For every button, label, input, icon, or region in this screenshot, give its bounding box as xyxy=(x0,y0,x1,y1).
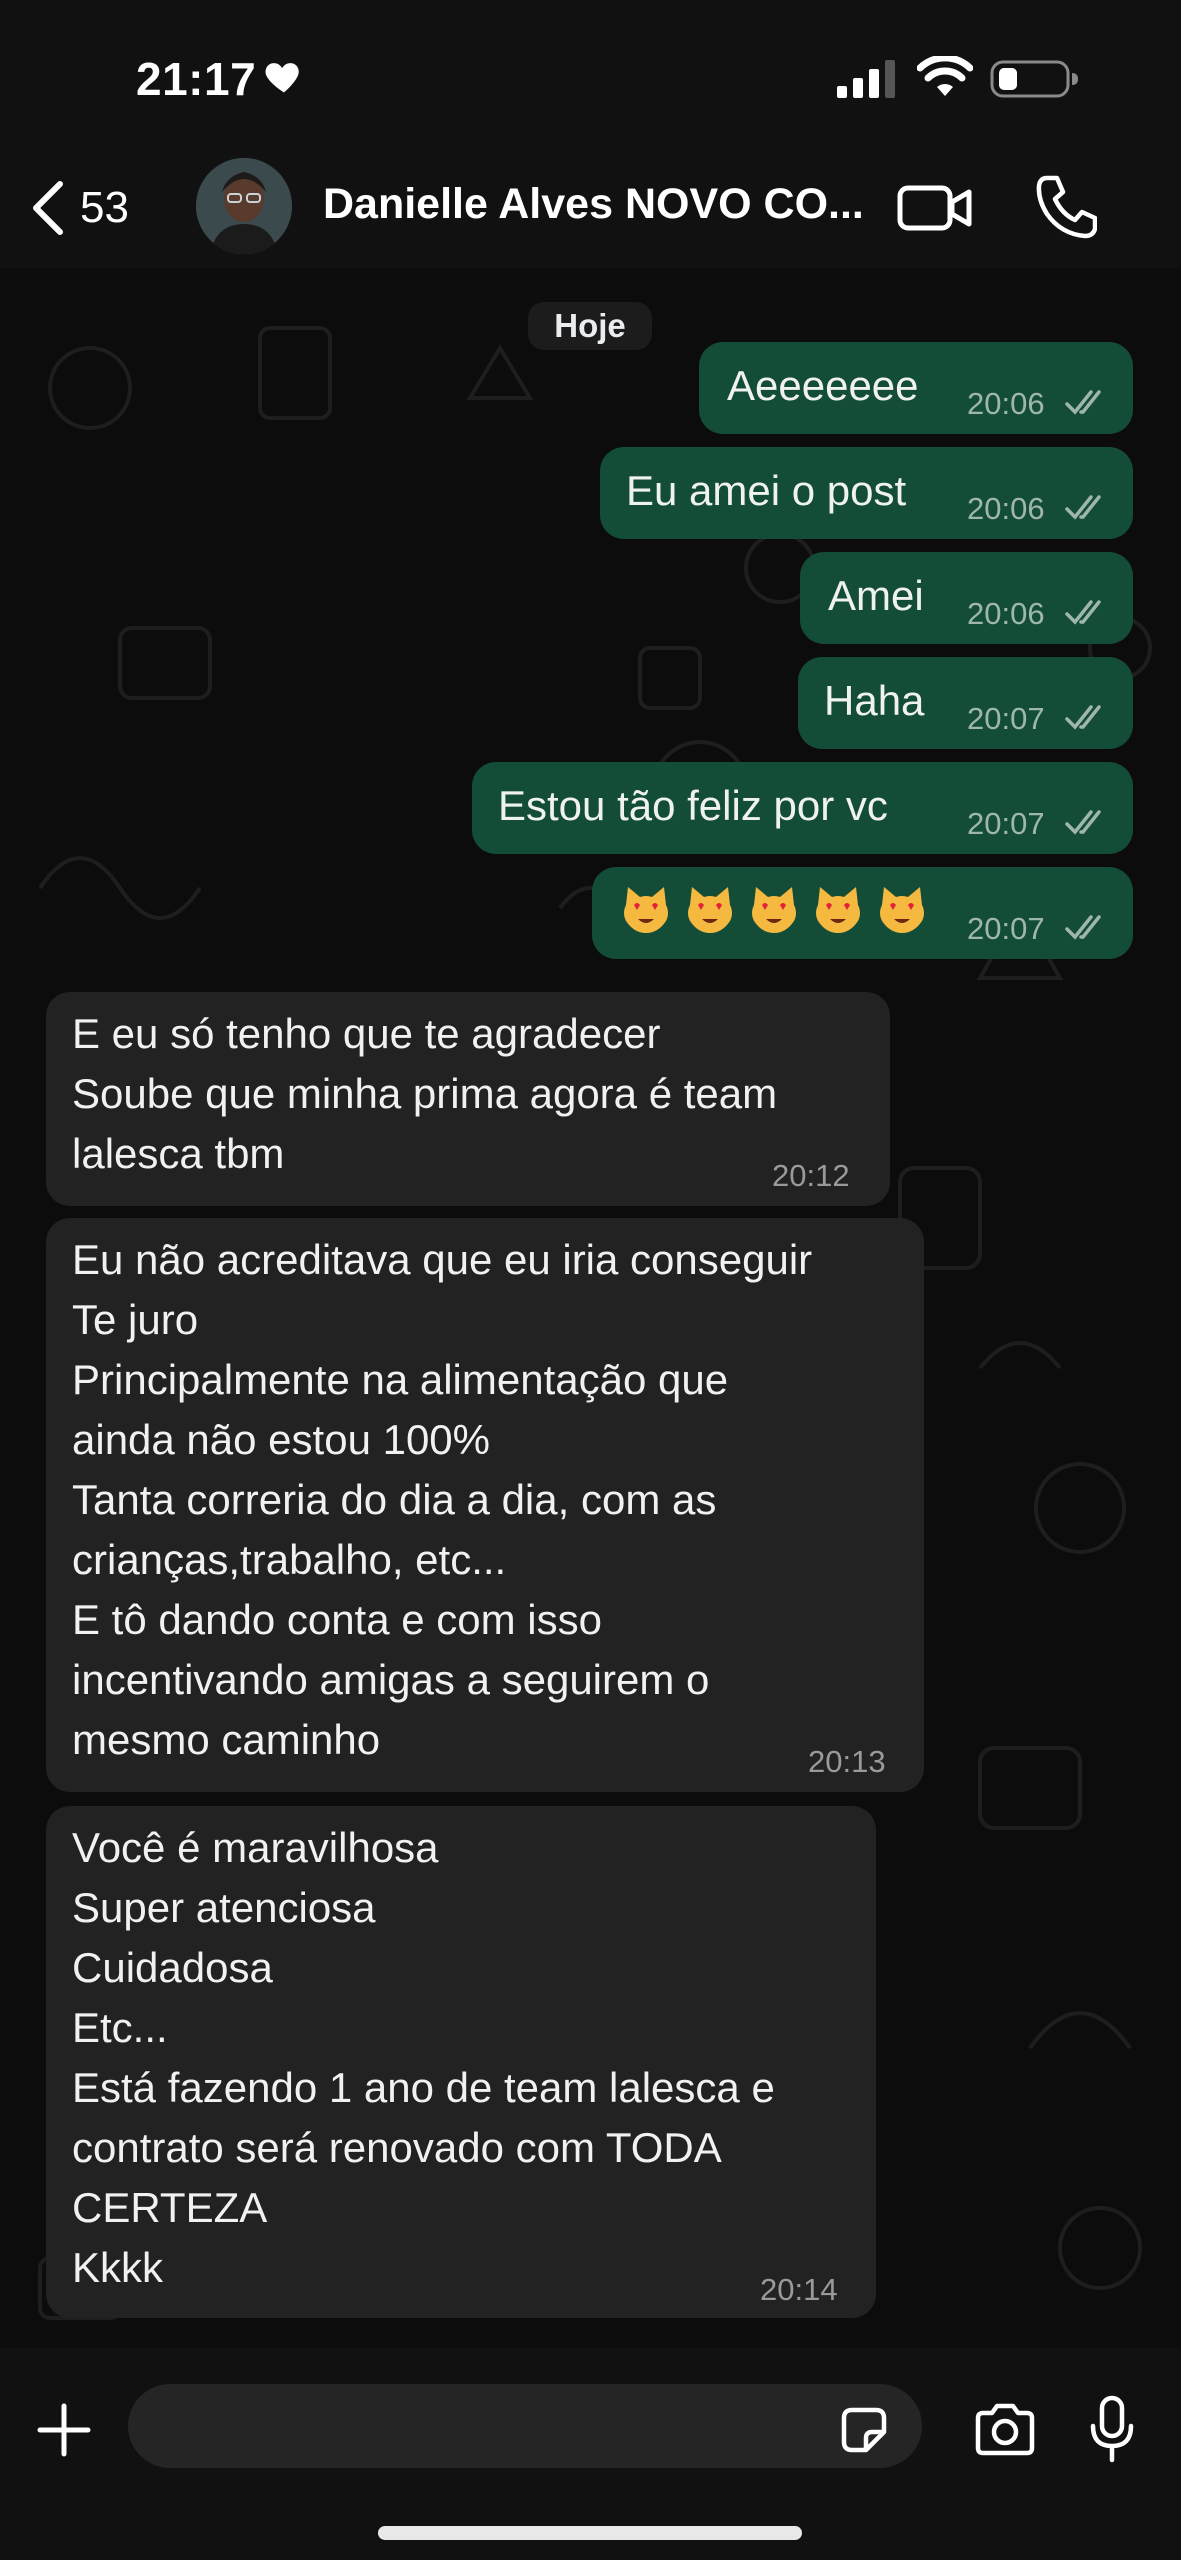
chat-header: 53 Danielle Alves NOVO CO... xyxy=(0,150,1181,268)
avatar[interactable] xyxy=(196,158,292,254)
message-time: 20:06 xyxy=(967,596,1045,631)
home-indicator[interactable] xyxy=(378,2526,802,2540)
back-button[interactable]: 53 xyxy=(28,176,129,240)
message-time: 20:07 xyxy=(967,701,1045,736)
date-chip: Hoje xyxy=(528,302,652,350)
read-receipt-icon xyxy=(1065,600,1101,625)
read-receipt-icon xyxy=(1065,390,1101,415)
avatar-image xyxy=(196,158,292,254)
heart-icon xyxy=(265,63,299,93)
message-time: 20:12 xyxy=(772,1158,850,1193)
sticker-icon[interactable] xyxy=(838,2404,890,2456)
message-time: 20:06 xyxy=(967,491,1045,526)
message-bubble-outgoing[interactable]: Estou tão feliz por vc 20:07 xyxy=(472,762,1133,854)
contact-name[interactable]: Danielle Alves NOVO CO... xyxy=(323,180,883,229)
message-text: Amei xyxy=(828,572,924,619)
message-input[interactable] xyxy=(128,2384,922,2468)
microphone-icon[interactable] xyxy=(1088,2394,1136,2464)
message-bubble-outgoing[interactable]: Amei 20:06 xyxy=(800,552,1133,644)
heart-eyes-cat-emoji-icon xyxy=(880,887,924,933)
heart-eyes-cat-emoji-icon xyxy=(816,887,860,933)
message-time: 20:13 xyxy=(808,1744,886,1779)
heart-eyes-cat-emoji-icon xyxy=(624,887,668,933)
compose-bar xyxy=(0,2348,1181,2560)
read-receipt-icon xyxy=(1065,810,1101,835)
heart-eyes-cat-emoji-icon xyxy=(688,887,732,933)
message-text: E eu só tenho que te agradecer Soube que… xyxy=(72,1010,778,1177)
message-text: Estou tão feliz por vc xyxy=(498,782,888,829)
message-bubble-incoming[interactable]: Você é maravilhosa Super atenciosa Cuida… xyxy=(46,1806,876,2318)
video-call-icon[interactable] xyxy=(897,180,973,236)
message-text: Haha xyxy=(824,677,925,724)
emoji-row xyxy=(620,883,940,939)
message-bubble-outgoing[interactable]: Aeeeeeee 20:06 xyxy=(699,342,1133,434)
message-text: Eu não acreditava que eu iria conseguir … xyxy=(72,1236,813,1763)
heart-eyes-cat-emoji-icon xyxy=(752,887,796,933)
message-text: Aeeeeeee xyxy=(727,362,919,409)
status-time: 21:17 xyxy=(136,53,257,105)
message-text: Você é maravilhosa Super atenciosa Cuida… xyxy=(72,1824,775,2291)
message-time: 20:14 xyxy=(760,2272,838,2307)
plus-icon[interactable] xyxy=(36,2402,92,2458)
wifi-icon xyxy=(917,56,973,96)
message-time: 20:07 xyxy=(967,806,1045,841)
message-time: 20:06 xyxy=(967,386,1045,421)
status-bar: 21:17 xyxy=(0,0,1181,150)
read-receipt-icon xyxy=(1065,915,1101,940)
message-bubble-outgoing[interactable]: Eu amei o post 20:06 xyxy=(600,447,1133,539)
phone-icon[interactable] xyxy=(1035,174,1097,240)
message-text: Eu amei o post xyxy=(626,467,907,514)
camera-icon[interactable] xyxy=(972,2402,1038,2458)
message-bubble-incoming[interactable]: E eu só tenho que te agradecer Soube que… xyxy=(46,992,890,1206)
message-bubble-incoming[interactable]: Eu não acreditava que eu iria conseguir … xyxy=(46,1218,924,1792)
read-receipt-icon xyxy=(1065,495,1101,520)
message-list[interactable]: Hoje Aeeeeeee 20:06 Eu amei o post 20:06… xyxy=(0,268,1181,2348)
chevron-left-icon xyxy=(33,181,63,235)
battery-icon xyxy=(990,60,1078,98)
message-bubble-outgoing[interactable]: Haha 20:07 xyxy=(798,657,1133,749)
read-receipt-icon xyxy=(1065,705,1101,730)
unread-count: 53 xyxy=(80,183,129,232)
signal-icon xyxy=(837,60,895,98)
message-time: 20:07 xyxy=(967,911,1045,946)
message-bubble-outgoing[interactable]: 20:07 xyxy=(592,867,1133,959)
